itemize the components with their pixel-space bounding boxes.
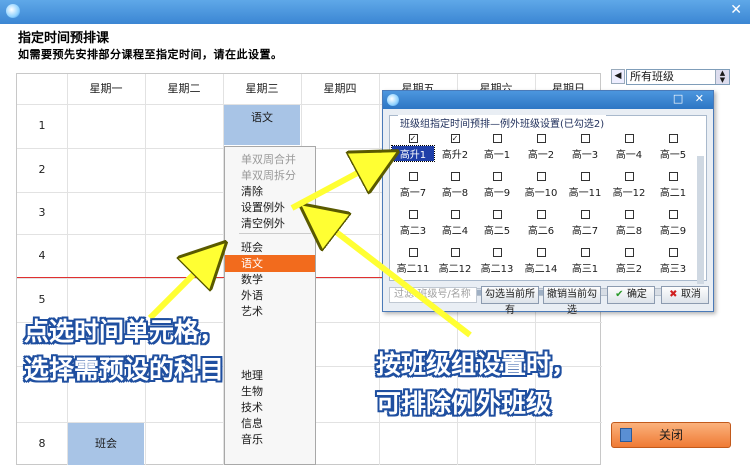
annotation-right-line1: 按班级组设置时， — [376, 350, 577, 379]
annotation-arrows — [147, 0, 472, 338]
annotation-left-line2: 选择需预设的科目 — [24, 355, 225, 384]
annotation-left-line1: 点选时间单元格， — [24, 317, 225, 346]
arrow-to-dialog — [290, 162, 378, 211]
annotation-right-line2: 可排除例外班级 — [376, 389, 552, 418]
arrow-to-set-exception — [318, 218, 472, 338]
arrow-to-menu-item — [147, 258, 210, 321]
app-window: ✕ 指定时间预排课 如需要预先安排部分课程至指定时间，请在此设置。 ◀ 所有班级… — [0, 0, 750, 465]
